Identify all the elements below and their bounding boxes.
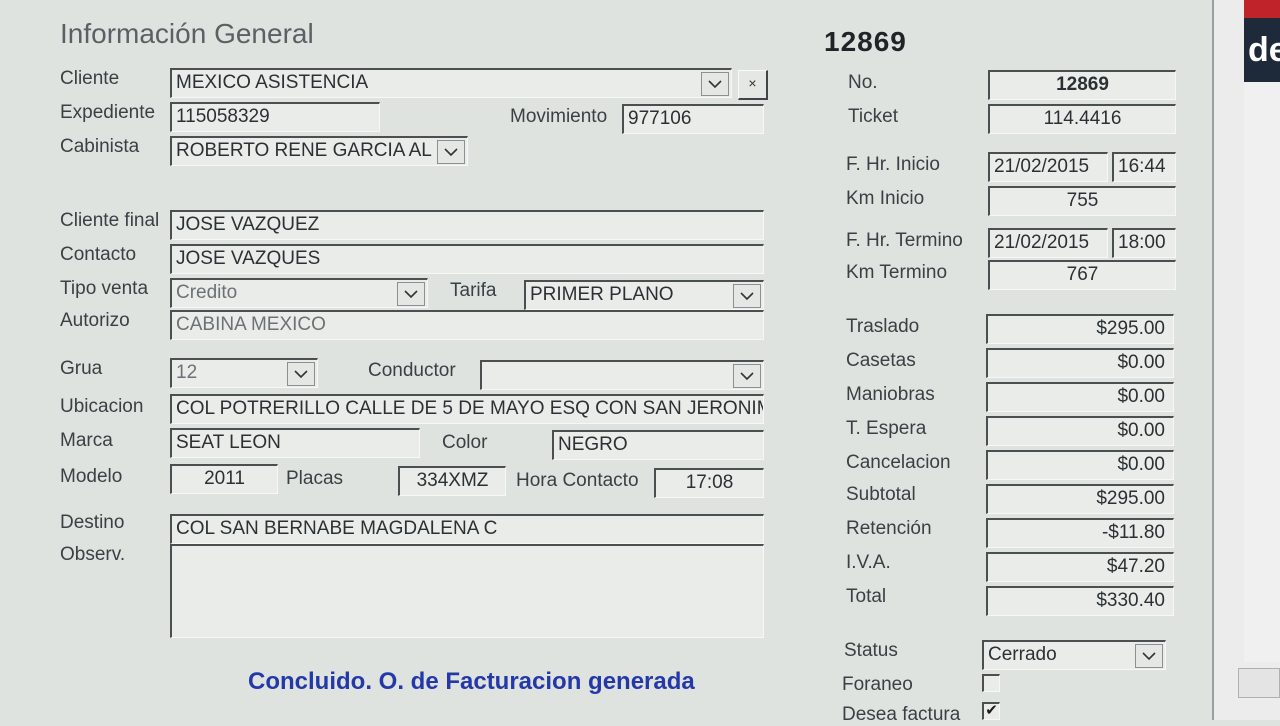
destino-field[interactable]: COL SAN BERNABE MAGDALENA C <box>170 514 764 544</box>
tarifa-label: Tarifa <box>450 280 497 301</box>
grua-label: Grua <box>60 358 103 379</box>
grua-select[interactable]: 12 <box>170 358 318 388</box>
foraneo-checkbox[interactable] <box>982 674 1000 692</box>
km-inicio-label: Km Inicio <box>846 188 925 209</box>
status-value: Cerrado <box>988 644 1057 665</box>
marca-field[interactable]: SEAT LEON <box>170 428 420 458</box>
modelo-label: Modelo <box>60 466 123 487</box>
km-termino-label: Km Termino <box>846 262 948 283</box>
autorizo-label: Autorizo <box>60 310 130 331</box>
color-field[interactable]: NEGRO <box>552 430 764 460</box>
traslado-label: Traslado <box>846 316 920 337</box>
desea-factura-checkbox[interactable]: ✔ <box>982 702 1000 720</box>
cancelacion-label: Cancelacion <box>846 452 951 473</box>
tipo-venta-select[interactable]: Credito <box>170 278 428 308</box>
side-window-red-bar <box>1244 0 1280 18</box>
movimiento-field[interactable]: 977106 <box>622 104 764 134</box>
cliente-final-label: Cliente final <box>60 210 160 231</box>
no-label: No. <box>848 72 878 93</box>
iva-label: I.V.A. <box>846 552 891 573</box>
record-number: 12869 <box>824 26 907 57</box>
chevron-down-icon[interactable] <box>701 72 729 96</box>
tipo-venta-label: Tipo venta <box>60 278 149 299</box>
desea-factura-label: Desea factura <box>842 704 961 725</box>
chevron-down-icon[interactable] <box>1135 644 1163 668</box>
cliente-final-field[interactable]: JOSE VAZQUEZ <box>170 210 764 240</box>
modelo-field[interactable]: 2011 <box>170 464 278 494</box>
inicio-time-field[interactable]: 16:44 <box>1112 152 1176 182</box>
marca-label: Marca <box>60 430 113 451</box>
destino-label: Destino <box>60 512 125 533</box>
status-select[interactable]: Cerrado <box>982 640 1166 670</box>
autorizo-field[interactable]: CABINA MEXICO <box>170 310 764 340</box>
cabinista-label: Cabinista <box>60 136 140 157</box>
total-label: Total <box>846 586 887 607</box>
cancelacion-field[interactable]: $0.00 <box>986 450 1174 480</box>
cliente-label: Cliente <box>60 68 120 89</box>
expediente-field[interactable]: 115058329 <box>170 102 380 132</box>
observ-textarea[interactable] <box>170 544 764 638</box>
movimiento-label: Movimiento <box>510 106 608 127</box>
clear-cliente-button[interactable]: × <box>738 70 768 100</box>
no-field[interactable]: 12869 <box>988 70 1176 100</box>
cabinista-value: ROBERTO RENE GARCIA AL <box>176 140 432 161</box>
side-window-header: de <box>1244 18 1280 82</box>
traslado-field[interactable]: $295.00 <box>986 314 1174 344</box>
chevron-down-icon[interactable] <box>397 282 425 306</box>
foraneo-label: Foraneo <box>842 674 913 695</box>
ticket-field[interactable]: 114.4416 <box>988 104 1176 134</box>
total-field[interactable]: $330.40 <box>986 586 1174 616</box>
subtotal-label: Subtotal <box>846 484 916 505</box>
maniobras-field[interactable]: $0.00 <box>986 382 1174 412</box>
status-label: Status <box>844 640 898 661</box>
observ-label: Observ. <box>60 544 126 565</box>
inicio-date-field[interactable]: 21/02/2015 <box>988 152 1108 182</box>
status-message: Concluido. O. de Facturacion generada <box>248 668 695 695</box>
tarifa-select[interactable]: PRIMER PLANO <box>524 280 764 310</box>
ticket-label: Ticket <box>848 106 898 127</box>
ubicacion-label: Ubicacion <box>60 396 144 417</box>
cabinista-select[interactable]: ROBERTO RENE GARCIA AL <box>170 136 468 166</box>
placas-field[interactable]: 334XMZ <box>398 466 506 496</box>
chevron-down-icon[interactable] <box>287 362 315 386</box>
casetas-label: Casetas <box>846 350 916 371</box>
termino-time-field[interactable]: 18:00 <box>1112 228 1176 258</box>
expediente-label: Expediente <box>60 102 156 123</box>
retencion-field[interactable]: -$11.80 <box>986 518 1174 548</box>
cliente-select[interactable]: MEXICO ASISTENCIA <box>170 68 732 98</box>
placas-label: Placas <box>286 468 344 489</box>
conductor-label: Conductor <box>368 360 456 381</box>
termino-label: F. Hr. Termino <box>846 230 963 251</box>
hora-contacto-label: Hora Contacto <box>516 470 639 491</box>
tarifa-value: PRIMER PLANO <box>530 284 674 305</box>
t-espera-label: T. Espera <box>846 418 927 439</box>
t-espera-field[interactable]: $0.00 <box>986 416 1174 446</box>
contacto-field[interactable]: JOSE VAZQUES <box>170 244 764 274</box>
subtotal-field[interactable]: $295.00 <box>986 484 1174 514</box>
check-icon: ✔ <box>985 702 998 719</box>
color-label: Color <box>442 432 488 453</box>
side-window-button[interactable] <box>1238 668 1280 698</box>
cliente-value: MEXICO ASISTENCIA <box>176 72 369 93</box>
contacto-label: Contacto <box>60 244 137 265</box>
chevron-down-icon[interactable] <box>733 284 761 308</box>
chevron-down-icon[interactable] <box>437 140 465 164</box>
termino-date-field[interactable]: 21/02/2015 <box>988 228 1108 258</box>
side-window-body <box>1244 82 1280 662</box>
grua-value: 12 <box>176 362 198 383</box>
iva-field[interactable]: $47.20 <box>986 552 1174 582</box>
km-termino-field[interactable]: 767 <box>988 260 1176 290</box>
casetas-field[interactable]: $0.00 <box>986 348 1174 378</box>
tipo-venta-value: Credito <box>176 282 238 303</box>
km-inicio-field[interactable]: 755 <box>988 186 1176 216</box>
conductor-select[interactable] <box>480 360 764 390</box>
chevron-down-icon[interactable] <box>733 364 761 388</box>
section-title: Información General <box>60 18 314 49</box>
inicio-label: F. Hr. Inicio <box>846 154 940 175</box>
maniobras-label: Maniobras <box>846 384 935 405</box>
ubicacion-field[interactable]: COL POTRERILLO CALLE DE 5 DE MAYO ESQ CO… <box>170 394 764 424</box>
retencion-label: Retención <box>846 518 932 539</box>
hora-contacto-field[interactable]: 17:08 <box>654 468 764 498</box>
